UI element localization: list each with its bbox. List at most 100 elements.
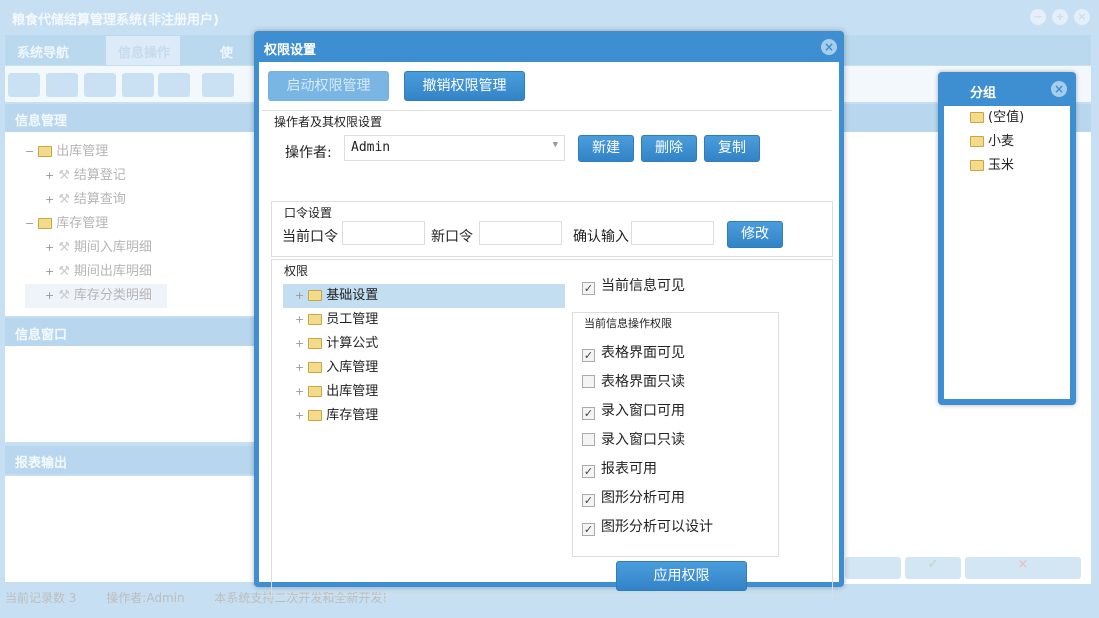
permission-tree-label: 出库管理 bbox=[326, 384, 379, 399]
group-item[interactable]: 玉米 bbox=[944, 154, 1070, 178]
nav-tree-label: 结算登记 bbox=[73, 168, 126, 183]
tool-button[interactable] bbox=[46, 73, 78, 97]
new-password-input[interactable] bbox=[479, 221, 562, 245]
user-tool-button[interactable] bbox=[122, 73, 154, 97]
group-list: (空值) 小麦玉米 bbox=[944, 106, 1070, 399]
nav-tree: − 出库管理 + ⚒ 结算登记 + ⚒ 结算查询 − 库存管理 + ⚒ 期间入库明细 + ⚒ 期间出库明细 + ⚒… bbox=[5, 132, 255, 316]
checkbox-icon bbox=[582, 433, 595, 446]
maximize-icon[interactable]: + bbox=[1052, 9, 1068, 25]
op-checkbox[interactable]: ✓ 图形分析可用 bbox=[582, 484, 713, 513]
checkbox-icon: ✓ bbox=[582, 282, 595, 295]
permission-tree-label: 库存管理 bbox=[326, 408, 379, 423]
permission-tree-item[interactable]: + 计算公式 bbox=[283, 332, 565, 356]
visible-checkbox[interactable]: ✓ 当前信息可见 bbox=[582, 272, 685, 301]
modify-password-button[interactable]: 修改 bbox=[727, 221, 783, 248]
collapse-icon[interactable]: − bbox=[25, 217, 34, 230]
group-item[interactable]: (空值) bbox=[944, 106, 1070, 130]
checkbox-icon bbox=[582, 375, 595, 388]
folder-icon bbox=[308, 290, 323, 301]
enable-permission-button[interactable]: 启动权限管理 bbox=[268, 71, 389, 101]
ops-section-label: 当前信息操作权限 bbox=[584, 317, 672, 330]
expand-icon[interactable]: + bbox=[45, 193, 54, 206]
tool-icon: ⚒ bbox=[58, 264, 70, 279]
nav-tree-item[interactable]: + ⚒ 结算查询 bbox=[25, 188, 255, 212]
permission-tree-item[interactable]: + 入库管理 bbox=[283, 356, 565, 380]
copy-operator-button[interactable]: 复制 bbox=[704, 135, 760, 162]
expand-icon[interactable]: + bbox=[45, 241, 54, 254]
nav-tree-item[interactable]: − 库存管理 bbox=[25, 212, 255, 236]
folder-icon bbox=[308, 338, 323, 349]
expand-icon[interactable]: + bbox=[295, 361, 304, 374]
group-label: (空值) bbox=[988, 110, 1025, 125]
group-label: 玉米 bbox=[988, 158, 1015, 173]
op-checkbox[interactable]: ✓ 表格界面可见 bbox=[582, 339, 713, 368]
delete-operator-button[interactable]: 删除 bbox=[641, 135, 697, 162]
search-tool-button[interactable] bbox=[8, 73, 40, 97]
current-password-label: 当前口令 bbox=[282, 229, 338, 245]
move-button[interactable] bbox=[845, 557, 901, 579]
ops-list: ✓ 表格界面可见 表格界面只读 ✓ 录入窗口可用 录入窗口只读 ✓ 报表可用 ✓ 图形分析可用 ✓ 图… bbox=[582, 339, 713, 542]
info-window-body bbox=[5, 346, 255, 442]
nav-tree-item[interactable]: + ⚒ 库存分类明细 bbox=[25, 284, 167, 308]
op-checkbox[interactable]: ✓ 录入窗口可用 bbox=[582, 397, 713, 426]
panel-info-window-header[interactable]: 信息窗口 bbox=[5, 318, 255, 346]
expand-icon[interactable]: + bbox=[45, 169, 54, 182]
expand-icon[interactable]: + bbox=[45, 265, 54, 278]
export-tool-button[interactable] bbox=[202, 73, 234, 97]
panel-info-mgmt-header[interactable]: 信息管理 bbox=[5, 104, 255, 132]
permission-tree-label: 入库管理 bbox=[326, 360, 379, 375]
op-checkbox[interactable]: ✓ 报表可用 bbox=[582, 455, 713, 484]
expand-icon[interactable]: + bbox=[295, 409, 304, 422]
expand-icon[interactable]: + bbox=[295, 289, 304, 302]
dialog-close-icon[interactable]: × bbox=[821, 39, 837, 55]
op-label: 录入窗口可用 bbox=[601, 403, 685, 419]
apply-permission-button[interactable]: 应用权限 bbox=[616, 561, 747, 591]
minimize-icon[interactable]: − bbox=[1030, 9, 1046, 25]
nav-tree-item[interactable]: + ⚒ 期间入库明细 bbox=[25, 236, 255, 260]
checkbox-icon: ✓ bbox=[582, 494, 595, 507]
revoke-permission-button[interactable]: 撤销权限管理 bbox=[404, 71, 525, 101]
confirm-password-input[interactable] bbox=[631, 221, 714, 245]
expand-icon[interactable]: + bbox=[295, 313, 304, 326]
confirm-check-icon[interactable]: ✓ bbox=[905, 557, 961, 579]
nav-tree-item[interactable]: + ⚒ 结算登记 bbox=[25, 164, 255, 188]
expand-icon[interactable]: + bbox=[295, 337, 304, 350]
operator-section-label: 操作者及其权限设置 bbox=[274, 115, 383, 129]
close-icon[interactable]: × bbox=[1074, 9, 1090, 25]
new-operator-button[interactable]: 新建 bbox=[578, 135, 634, 162]
folder-icon bbox=[970, 112, 984, 123]
folder-icon bbox=[308, 386, 323, 397]
permission-tree-item[interactable]: + 出库管理 bbox=[283, 380, 565, 404]
panel-report-header[interactable]: 报表输出 bbox=[5, 446, 255, 474]
cancel-x-icon[interactable]: × bbox=[965, 557, 1081, 579]
group-close-icon[interactable]: × bbox=[1051, 81, 1067, 97]
tab-info-ops[interactable]: 信息操作 bbox=[106, 36, 181, 65]
collapse-icon[interactable]: − bbox=[25, 145, 34, 158]
tool-icon: ⚒ bbox=[58, 168, 70, 183]
group-popup: 分组 × (空值) 小麦 玉米 bbox=[938, 72, 1076, 405]
current-password-input[interactable] bbox=[342, 221, 425, 245]
permission-tree-item[interactable]: + 员工管理 bbox=[283, 308, 565, 332]
nav-tree-item[interactable]: + ⚒ 期间出库明细 bbox=[25, 260, 255, 284]
expand-icon[interactable]: + bbox=[45, 289, 54, 302]
op-checkbox[interactable]: 录入窗口只读 bbox=[582, 426, 713, 455]
checkbox-icon: ✓ bbox=[582, 465, 595, 478]
visible-label: 当前信息可见 bbox=[601, 278, 685, 294]
permission-tree-item[interactable]: + 基础设置 bbox=[283, 284, 565, 308]
nav-tree-item[interactable]: − 出库管理 bbox=[25, 140, 255, 164]
op-checkbox[interactable]: ✓ 图形分析可以设计 bbox=[582, 513, 713, 542]
document-tool-button[interactable] bbox=[84, 73, 116, 97]
password-section-label: 口令设置 bbox=[284, 206, 333, 220]
permission-tree-item[interactable]: + 库存管理 bbox=[283, 404, 565, 428]
window-tool-button[interactable] bbox=[158, 73, 190, 97]
permission-tree: + 基础设置 + 员工管理 + 计算公式 + 入库管理 + 出库管理 + 库存管理 bbox=[283, 284, 565, 428]
permission-tree-label: 基础设置 bbox=[326, 288, 379, 303]
group-item[interactable]: 小麦 bbox=[944, 130, 1070, 154]
tab-system-nav[interactable]: 系统导航 bbox=[5, 36, 79, 65]
op-checkbox[interactable]: 表格界面只读 bbox=[582, 368, 713, 397]
folder-icon bbox=[970, 160, 984, 171]
operator-select[interactable]: Admin ▼ bbox=[344, 135, 565, 161]
nav-tree-label: 期间出库明细 bbox=[73, 264, 152, 279]
tab-help[interactable]: 使 bbox=[208, 36, 243, 65]
expand-icon[interactable]: + bbox=[295, 385, 304, 398]
